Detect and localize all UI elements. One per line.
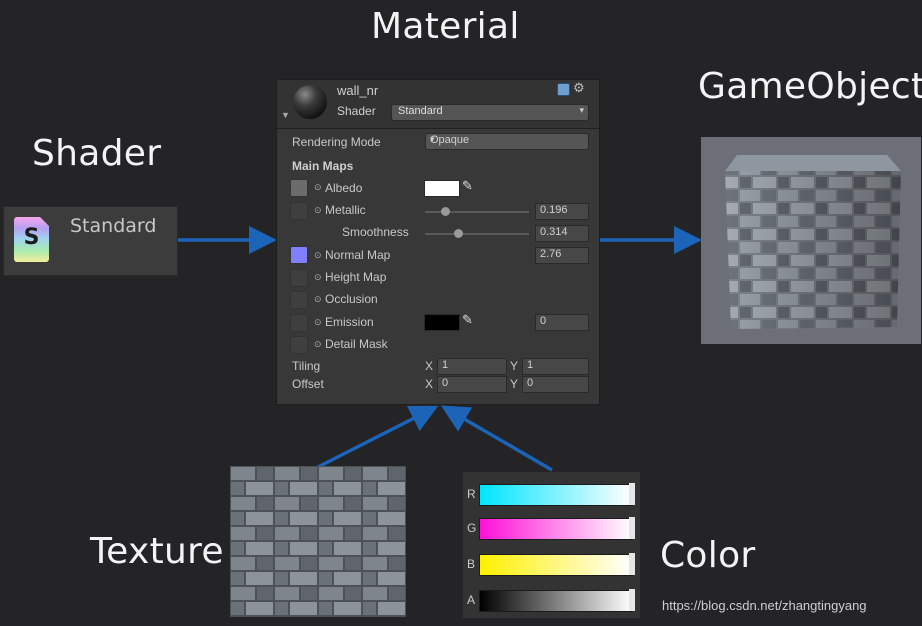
inspector-header: ▼ wall_nr Shader Standard ▾ ⚙ [277, 80, 599, 129]
offset-y-label: Y [510, 377, 519, 391]
normal-scale-field[interactable]: 2.76 [535, 247, 589, 264]
detail-mask-label: Detail Mask [325, 337, 388, 351]
channel-b-slider[interactable] [479, 554, 633, 576]
smoothness-label: Smoothness [342, 225, 409, 239]
occlusion-label: Occlusion [325, 292, 378, 306]
tiling-x-value: 1 [442, 359, 449, 371]
tiling-x-label: X [425, 359, 434, 373]
smoothness-slider[interactable] [425, 233, 529, 235]
radio-icon[interactable]: ⊙ [314, 182, 322, 193]
tiling-label: Tiling [292, 359, 321, 373]
color-picker-icon[interactable]: ✎ [462, 178, 473, 194]
main-maps-title: Main Maps [292, 159, 354, 173]
arrow-color-to-material [440, 405, 553, 472]
normal-map-label: Normal Map [325, 248, 391, 262]
channel-a-handle[interactable] [629, 589, 635, 611]
offset-x-field[interactable]: 0 [437, 376, 507, 393]
material-inspector: ▼ wall_nr Shader Standard ▾ ⚙ Rendering … [276, 79, 600, 405]
channel-g-slider[interactable] [479, 518, 633, 540]
shader-dropdown[interactable]: Standard ▾ [391, 104, 589, 121]
detail-mask-slot[interactable] [290, 336, 308, 354]
offset-label: Offset [292, 377, 324, 391]
channel-a-label: A [467, 593, 476, 607]
radio-icon[interactable]: ⊙ [314, 205, 322, 216]
metallic-slider-thumb[interactable] [441, 207, 451, 216]
rendering-mode-label: Rendering Mode [292, 135, 381, 149]
gameobject-preview [701, 137, 921, 344]
tiling-x-field[interactable]: 1 [437, 358, 507, 375]
radio-icon[interactable]: ⊙ [314, 317, 322, 328]
metallic-label: Metallic [325, 203, 366, 217]
metallic-texture-slot[interactable] [290, 202, 308, 220]
tiling-y-field[interactable]: 1 [522, 358, 589, 375]
emission-value-field[interactable]: 0 [535, 314, 589, 331]
color-picker-icon[interactable]: ✎ [462, 312, 473, 328]
channel-r-label: R [467, 487, 476, 501]
normal-map-slot[interactable] [290, 246, 308, 264]
normal-scale-value: 2.76 [540, 248, 562, 260]
radio-icon[interactable]: ⊙ [314, 250, 322, 261]
rendering-mode-dropdown[interactable]: Opaque ▾ [425, 133, 589, 150]
albedo-texture-slot[interactable] [290, 179, 308, 197]
tiling-y-label: Y [510, 359, 519, 373]
channel-b-handle[interactable] [629, 553, 635, 575]
shader-dropdown-value: Standard [398, 105, 443, 117]
watermark-url: https://blog.csdn.net/zhangtingyang [662, 598, 867, 613]
gear-icon[interactable]: ⚙ [573, 80, 585, 96]
material-name: wall_nr [337, 83, 379, 98]
emission-color-swatch[interactable] [424, 314, 460, 331]
albedo-color-swatch[interactable] [424, 180, 460, 197]
smoothness-slider-thumb[interactable] [453, 229, 463, 238]
smoothness-value: 0.314 [540, 226, 568, 238]
stone-cube-image [725, 155, 901, 329]
height-map-slot[interactable] [290, 269, 308, 287]
material-sphere-icon [293, 85, 327, 119]
emission-slot[interactable] [290, 314, 308, 332]
offset-y-field[interactable]: 0 [522, 376, 589, 393]
radio-icon[interactable]: ⊙ [314, 294, 322, 305]
color-channels-panel: R G B A [463, 472, 640, 618]
dropdown-arrow-icon: ▾ [579, 105, 584, 115]
albedo-label: Albedo [325, 181, 363, 195]
occlusion-slot[interactable] [290, 291, 308, 309]
emission-value: 0 [540, 315, 547, 327]
tiling-y-value: 1 [527, 359, 534, 371]
height-map-label: Height Map [325, 270, 387, 284]
shader-label: Shader [337, 104, 376, 118]
smoothness-value-field[interactable]: 0.314 [535, 225, 589, 242]
offset-x-value: 0 [442, 377, 449, 389]
metallic-value: 0.196 [540, 204, 568, 216]
channel-r-slider[interactable] [479, 484, 633, 506]
channel-r-handle[interactable] [629, 483, 635, 505]
radio-icon[interactable]: ⊙ [314, 339, 322, 350]
emission-label: Emission [325, 315, 374, 329]
offset-y-value: 0 [527, 377, 534, 389]
arrow-texture-to-material [317, 405, 439, 469]
radio-icon[interactable]: ⊙ [314, 272, 322, 283]
stone-texture-image [230, 466, 406, 617]
channel-a-slider[interactable] [479, 590, 633, 612]
channel-b-label: B [467, 557, 476, 571]
help-book-icon[interactable] [557, 83, 570, 96]
dropdown-arrow-icon: ▾ [430, 134, 435, 144]
metallic-value-field[interactable]: 0.196 [535, 203, 589, 220]
channel-g-handle[interactable] [629, 517, 635, 539]
channel-g-label: G [467, 521, 477, 535]
offset-x-label: X [425, 377, 434, 391]
foldout-arrow-icon[interactable]: ▼ [281, 110, 290, 120]
